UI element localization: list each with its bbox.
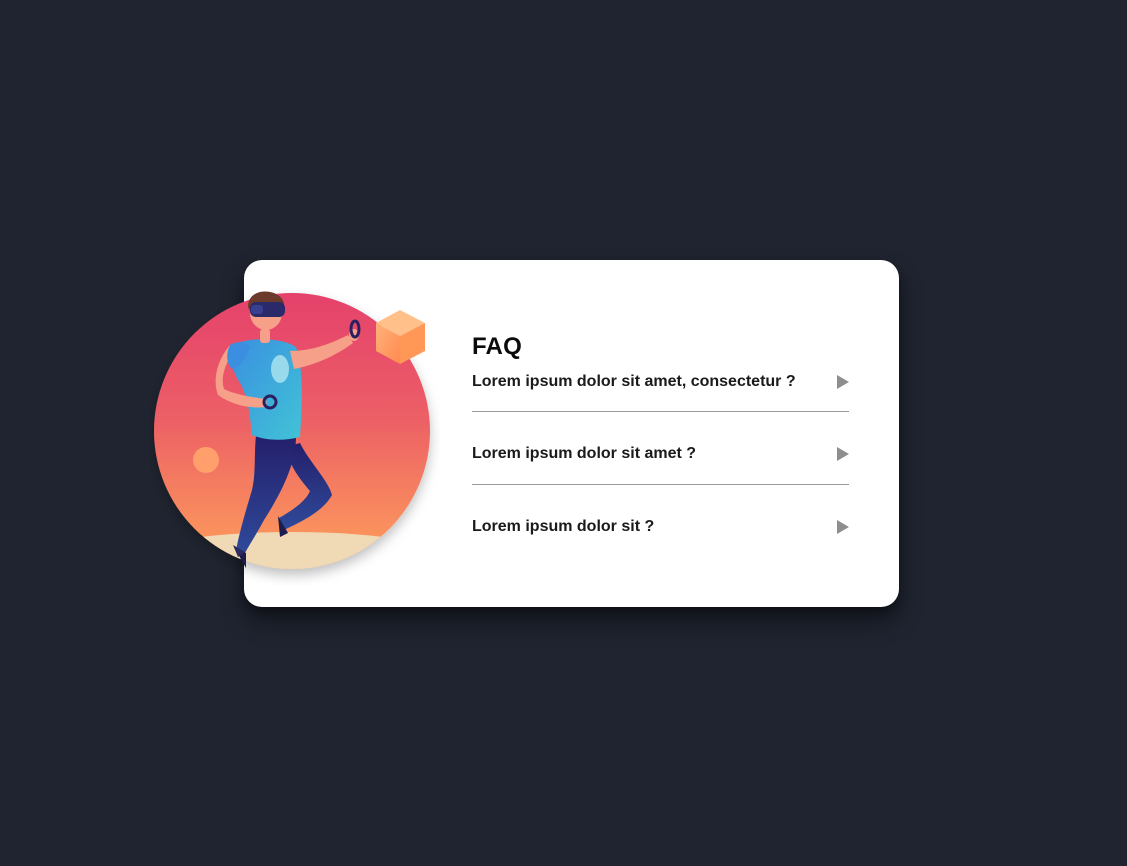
- play-triangle-right-icon[interactable]: [837, 520, 849, 534]
- faq-question: Lorem ipsum dolor sit ?: [472, 518, 655, 535]
- faq-divider: [472, 484, 849, 485]
- faq-item-1[interactable]: Lorem ipsum dolor sit amet, consectetur …: [472, 366, 849, 396]
- vr-player-illustration: [154, 291, 430, 569]
- faq-item-3[interactable]: Lorem ipsum dolor sit ?: [472, 511, 849, 541]
- faq-title: FAQ: [472, 333, 522, 360]
- faq-item-2[interactable]: Lorem ipsum dolor sit amet ?: [472, 438, 849, 468]
- page-background: FAQ Lorem ipsum dolor sit amet, consecte…: [0, 0, 1127, 866]
- faq-divider: [472, 411, 849, 412]
- faq-question: Lorem ipsum dolor sit amet, consectetur …: [472, 373, 796, 390]
- play-triangle-right-icon[interactable]: [837, 447, 849, 461]
- play-triangle-right-icon[interactable]: [837, 375, 849, 389]
- faq-question: Lorem ipsum dolor sit amet ?: [472, 445, 697, 462]
